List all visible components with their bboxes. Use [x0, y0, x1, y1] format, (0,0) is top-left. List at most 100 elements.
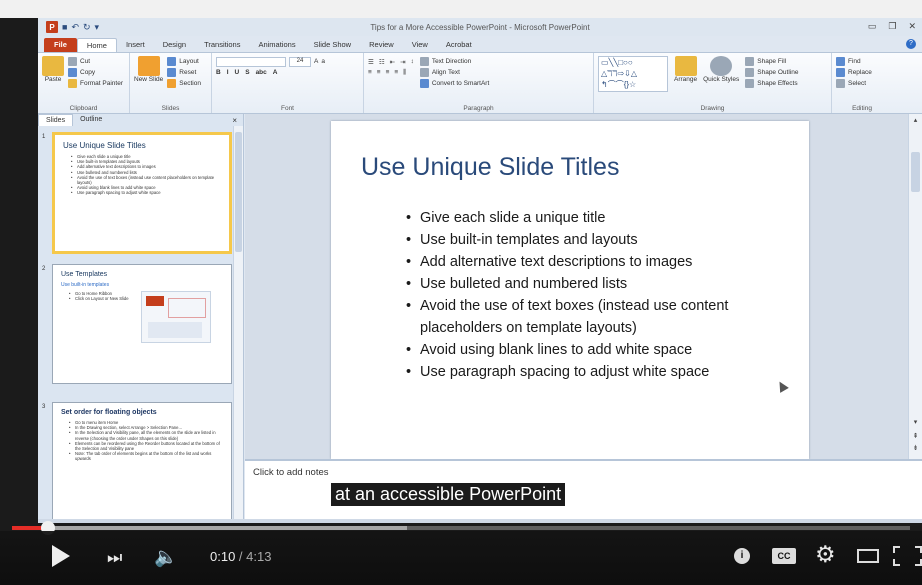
- tab-transitions[interactable]: Transitions: [195, 38, 249, 52]
- text-direction-button[interactable]: Text Direction: [419, 56, 489, 67]
- video-player[interactable]: P ■ ↶ ↻ ▾ Tips for a More Accessible Pow…: [0, 0, 922, 585]
- increase-indent-icon[interactable]: ⇥: [400, 58, 405, 66]
- select-button[interactable]: Select: [836, 78, 888, 89]
- theater-mode-icon[interactable]: [857, 549, 879, 563]
- slide-bullet: Avoid using blank lines to add white spa…: [406, 339, 791, 361]
- arrange-icon: [674, 56, 697, 76]
- font-size-input[interactable]: 24: [289, 56, 311, 67]
- slide-thumbnail-2[interactable]: 2 Use Templates Use built-in templates G…: [42, 264, 232, 384]
- bullets-icon[interactable]: ☰: [368, 58, 374, 66]
- columns-icon[interactable]: ⫼: [403, 69, 406, 77]
- slide-canvas[interactable]: Use Unique Slide Titles Give each slide …: [331, 121, 809, 459]
- slide-bullet: Use built-in templates and layouts: [406, 229, 791, 251]
- tab-animations[interactable]: Animations: [249, 38, 304, 52]
- close-icon[interactable]: ✕: [908, 21, 916, 32]
- quick-styles-button[interactable]: Quick Styles: [703, 56, 739, 92]
- copy-button[interactable]: Copy: [68, 67, 123, 78]
- font-color-icon[interactable]: A: [273, 69, 278, 76]
- copy-icon: [68, 68, 77, 77]
- numbering-icon[interactable]: ☷: [379, 58, 385, 66]
- shape-effects-button[interactable]: Shape Effects: [745, 78, 798, 89]
- underline-icon[interactable]: U: [235, 69, 240, 76]
- justify-icon[interactable]: ≡: [394, 69, 398, 76]
- tab-design[interactable]: Design: [154, 38, 195, 52]
- tab-file[interactable]: File: [44, 38, 77, 52]
- tab-acrobat[interactable]: Acrobat: [437, 38, 481, 52]
- new-slide-button[interactable]: New Slide: [134, 56, 163, 89]
- align-text-button[interactable]: Align Text: [419, 67, 489, 78]
- tab-home[interactable]: Home: [76, 38, 117, 52]
- scroll-up-icon[interactable]: ▴: [911, 116, 920, 124]
- section-button[interactable]: Section: [167, 78, 201, 89]
- play-icon[interactable]: [52, 545, 70, 567]
- captions-icon[interactable]: CC: [772, 548, 796, 564]
- tab-view[interactable]: View: [403, 38, 437, 52]
- paste-icon: [42, 56, 64, 76]
- shapes-gallery[interactable]: ▭╲╲□○○ △ℸℸ⇨⇩△ ↰⌒⌒{}☆: [598, 56, 668, 92]
- current-time: 0:10: [210, 549, 236, 564]
- convert-smartart-button[interactable]: Convert to SmartArt: [419, 78, 489, 89]
- tab-slides[interactable]: Slides: [38, 114, 74, 126]
- fullscreen-icon[interactable]: [893, 546, 922, 566]
- slides-panel-scrollbar[interactable]: [233, 126, 243, 523]
- decrease-indent-icon[interactable]: ⇤: [390, 58, 395, 66]
- tab-slide-show[interactable]: Slide Show: [305, 38, 361, 52]
- slide-number: 1: [42, 134, 46, 140]
- tab-insert[interactable]: Insert: [117, 38, 154, 52]
- layout-button[interactable]: Layout: [167, 56, 201, 67]
- replace-button[interactable]: Replace: [836, 67, 888, 78]
- arrange-button[interactable]: Arrange: [674, 56, 697, 92]
- new-slide-icon: [137, 56, 160, 76]
- replace-icon: [836, 68, 845, 77]
- strikethrough-icon[interactable]: abc: [256, 69, 267, 76]
- italic-icon[interactable]: I: [227, 69, 229, 76]
- previous-slide-icon[interactable]: ⇞: [911, 432, 920, 440]
- slide-bullet-list[interactable]: Give each slide a unique title Use built…: [406, 207, 791, 383]
- grow-font-icon[interactable]: A: [314, 58, 318, 65]
- scroll-thumb[interactable]: [911, 152, 920, 192]
- section-icon: [167, 79, 177, 88]
- align-left-icon[interactable]: ≡: [368, 69, 372, 76]
- slide-editor: Use Unique Slide Titles Give each slide …: [245, 114, 908, 459]
- slide-title[interactable]: Use Unique Slide Titles: [361, 153, 619, 182]
- bold-icon[interactable]: B: [216, 69, 221, 76]
- tab-outline[interactable]: Outline: [73, 114, 109, 126]
- slide-bullet: Give each slide a unique title: [406, 207, 791, 229]
- smartart-icon: [419, 79, 429, 88]
- slide-thumbnail-1[interactable]: 1 Use Unique Slide Titles Give each slid…: [42, 132, 232, 254]
- paragraph-label: Paragraph: [463, 105, 494, 112]
- shadow-icon[interactable]: S: [245, 69, 249, 76]
- maximize-icon[interactable]: ❐: [888, 21, 896, 32]
- shrink-font-icon[interactable]: a: [321, 58, 325, 65]
- info-icon[interactable]: i: [734, 548, 750, 564]
- pencil-icon: [745, 68, 755, 77]
- tab-review[interactable]: Review: [360, 38, 403, 52]
- help-icon[interactable]: ?: [906, 39, 916, 49]
- format-painter-button[interactable]: Format Painter: [68, 78, 123, 89]
- slides-panel-tabs: Slides Outline ×: [38, 114, 243, 126]
- editor-scrollbar[interactable]: ▴ ▾ ⇞ ⇟: [908, 114, 922, 459]
- paste-button[interactable]: Paste: [42, 56, 64, 89]
- slide-thumbnail-3[interactable]: 3 Set order for floating objects Go to m…: [42, 402, 232, 523]
- slide-number: 3: [42, 404, 46, 410]
- scroll-down-icon[interactable]: ▾: [911, 418, 920, 426]
- minimize-icon[interactable]: ▭: [868, 21, 877, 32]
- progress-bar[interactable]: [12, 521, 910, 535]
- cut-button[interactable]: Cut: [68, 56, 123, 67]
- drawing-group: ▭╲╲□○○ △ℸℸ⇨⇩△ ↰⌒⌒{}☆ Arrange Quick Styles …: [594, 53, 832, 113]
- next-icon[interactable]: ⏭: [107, 548, 122, 568]
- align-right-icon[interactable]: ≡: [386, 69, 390, 76]
- font-name-input[interactable]: [216, 56, 286, 67]
- scroll-thumb[interactable]: [235, 132, 242, 252]
- gear-icon[interactable]: ⚙: [815, 541, 836, 568]
- shape-fill-button[interactable]: Shape Fill: [745, 56, 798, 67]
- time-display: 0:10 / 4:13: [210, 549, 271, 564]
- shape-outline-button[interactable]: Shape Outline: [745, 67, 798, 78]
- close-panel-icon[interactable]: ×: [232, 116, 237, 125]
- next-slide-icon[interactable]: ⇟: [911, 444, 920, 452]
- reset-button[interactable]: Reset: [167, 67, 201, 78]
- line-spacing-icon[interactable]: ↕: [411, 58, 414, 65]
- volume-icon[interactable]: 🔈: [154, 545, 178, 569]
- align-center-icon[interactable]: ≡: [377, 69, 381, 76]
- find-button[interactable]: Find: [836, 56, 888, 67]
